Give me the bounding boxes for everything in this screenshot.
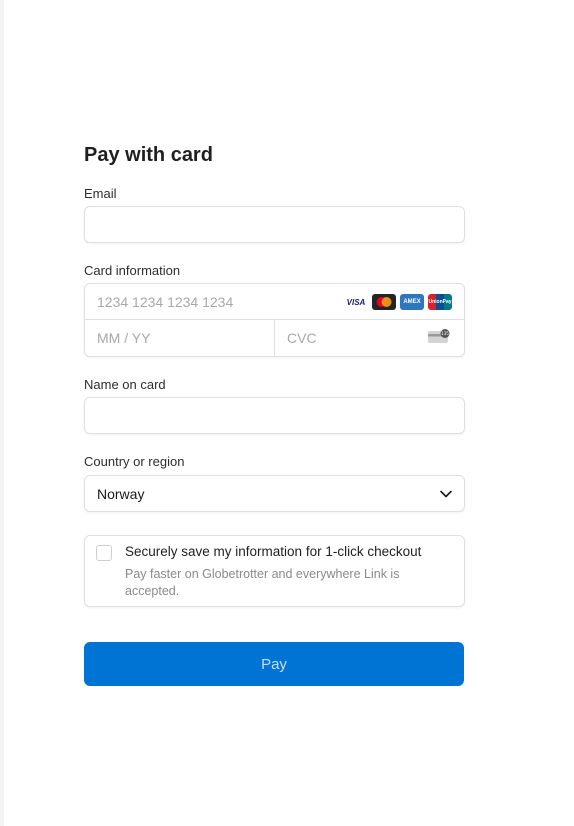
pay-button[interactable]: Pay bbox=[84, 642, 464, 686]
cvc-card-icon: 135 bbox=[428, 329, 450, 343]
name-on-card-label: Name on card bbox=[84, 377, 166, 392]
left-edge-divider bbox=[0, 0, 4, 826]
country-value: Norway bbox=[97, 485, 145, 502]
chevron-down-icon bbox=[440, 490, 452, 497]
cvc-placeholder: CVC bbox=[287, 330, 317, 346]
email-label: Email bbox=[84, 186, 117, 201]
card-brands: VISA AMEX UnionPay bbox=[344, 294, 452, 310]
link-save-info-box: Securely save my information for 1-click… bbox=[84, 535, 465, 607]
save-info-title: Securely save my information for 1-click… bbox=[125, 544, 422, 559]
card-number-field[interactable]: 1234 1234 1234 1234 VISA AMEX UnionPay bbox=[85, 284, 464, 320]
cvc-badge-text: 135 bbox=[441, 331, 449, 336]
page-title: Pay with card bbox=[84, 144, 213, 166]
mastercard-icon bbox=[372, 294, 396, 310]
country-label: Country or region bbox=[84, 454, 185, 469]
save-info-description: Pay faster on Globetrotter and everywher… bbox=[125, 567, 400, 598]
expiry-placeholder: MM / YY bbox=[97, 330, 151, 346]
name-on-card-field[interactable] bbox=[84, 397, 465, 434]
expiry-field[interactable]: MM / YY bbox=[85, 320, 275, 356]
save-info-checkbox[interactable] bbox=[96, 545, 112, 561]
payment-form: Pay with card Email Card information 123… bbox=[84, 143, 465, 686]
cvc-field[interactable]: CVC 135 bbox=[275, 320, 464, 356]
unionpay-icon: UnionPay bbox=[428, 294, 452, 310]
card-information-group: 1234 1234 1234 1234 VISA AMEX UnionPay M… bbox=[84, 283, 465, 357]
amex-icon: AMEX bbox=[400, 294, 424, 310]
card-number-placeholder: 1234 1234 1234 1234 bbox=[97, 293, 234, 310]
card-information-label: Card information bbox=[84, 263, 181, 278]
visa-icon: VISA bbox=[344, 294, 368, 310]
email-field[interactable] bbox=[84, 206, 465, 243]
country-select[interactable]: Norway bbox=[84, 475, 465, 512]
